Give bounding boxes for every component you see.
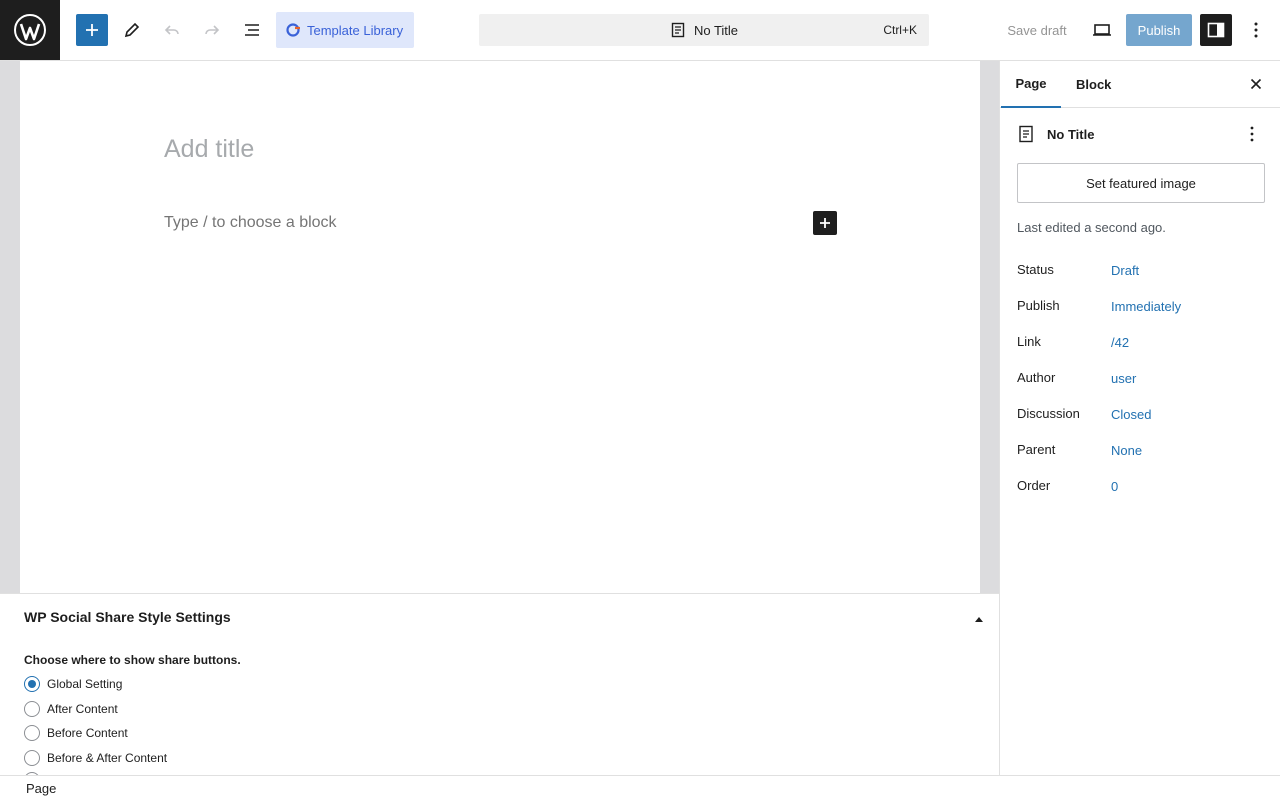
document-summary: No Title [1017,125,1094,143]
radio-label: Global Setting [47,677,123,691]
plus-icon [86,24,98,36]
set-featured-image-button[interactable]: Set featured image [1017,163,1265,203]
radio-after-content[interactable]: After Content [24,701,118,717]
metabox-title: WP Social Share Style Settings [24,609,231,625]
sidebar-icon [1207,22,1225,38]
radio-button[interactable] [24,676,40,692]
preview-button[interactable] [1086,14,1118,46]
options-menu-button[interactable] [1240,14,1272,46]
sidebar-tabs: Page Block [1000,61,1280,108]
radio-button[interactable] [24,725,40,741]
parent-label: Parent [1017,442,1056,457]
collapse-toggle[interactable] [973,612,985,627]
order-label: Order [1017,478,1051,493]
document-overview-button[interactable] [236,14,268,46]
page-icon [671,22,685,38]
tab-page[interactable]: Page [1001,61,1061,108]
publish-button[interactable]: Publish [1126,14,1192,46]
more-vertical-icon [1254,22,1258,38]
settings-sidebar: Page Block No Title Set featured image L… [999,61,1280,775]
discussion-label: Discussion [1017,406,1080,421]
radio-button[interactable] [24,750,40,766]
order-value[interactable]: 0 [1111,479,1118,494]
redo-button[interactable] [196,14,228,46]
redo-icon [205,25,220,35]
plus-icon [820,218,830,228]
undo-icon [164,25,179,35]
top-toolbar: Template Library No Title Ctrl+K Save dr… [0,0,1280,61]
parent-value[interactable]: None [1111,443,1142,458]
breadcrumb[interactable]: Page [26,781,56,796]
author-value[interactable]: user [1111,371,1136,386]
block-inserter-button[interactable] [76,14,108,46]
status-label: Status [1017,262,1054,277]
settings-sidebar-toggle[interactable] [1200,14,1232,46]
template-library-button[interactable]: Template Library [276,12,414,48]
save-draft-button[interactable]: Save draft [1000,14,1074,46]
last-edited-text: Last edited a second ago. [1017,220,1166,235]
page-icon [1019,125,1033,143]
link-label: Link [1017,334,1041,349]
triangle-up-icon [975,617,983,622]
list-view-icon [245,24,259,36]
author-label: Author [1017,370,1056,385]
document-actions-button[interactable] [1243,125,1261,146]
share-location-question: Choose where to show share buttons. [24,653,241,667]
template-library-label: Template Library [307,22,404,38]
radio-label: Before & After Content [47,751,168,765]
radio-label: Before Content [47,726,128,740]
pencil-icon [124,22,140,38]
link-value[interactable]: /42 [1111,335,1129,350]
radio-button[interactable] [24,701,40,717]
command-palette-bar[interactable]: No Title Ctrl+K [479,14,929,46]
status-value[interactable]: Draft [1111,263,1139,278]
desktop-icon [1093,24,1111,36]
more-vertical-icon [1250,126,1254,142]
block-placeholder[interactable]: Type / to choose a block [164,214,337,232]
add-block-button[interactable] [813,211,837,235]
block-breadcrumb-bar: Page [0,775,1280,800]
post-title-input[interactable]: Add title [164,135,254,164]
close-sidebar-button[interactable] [1247,75,1265,96]
radio-before-content[interactable]: Before Content [24,725,128,741]
wordpress-logo-icon[interactable] [0,0,60,60]
social-share-metabox: WP Social Share Style Settings Choose wh… [0,593,999,775]
radio-before-after-content[interactable]: Before & After Content [24,750,167,766]
sidebar-doc-title: No Title [1047,126,1095,142]
undo-button[interactable] [156,14,188,46]
command-shortcut: Ctrl+K [883,23,917,37]
publish-value[interactable]: Immediately [1111,299,1181,314]
document-title: No Title [693,22,739,38]
tools-pencil-button[interactable] [116,14,148,46]
radio-global-setting[interactable]: Global Setting [24,676,122,692]
publish-label: Publish [1017,298,1060,313]
template-library-icon [286,23,300,37]
discussion-value[interactable]: Closed [1111,407,1151,422]
radio-label: After Content [47,702,118,716]
tab-block[interactable]: Block [1076,61,1111,108]
close-icon [1250,78,1262,90]
